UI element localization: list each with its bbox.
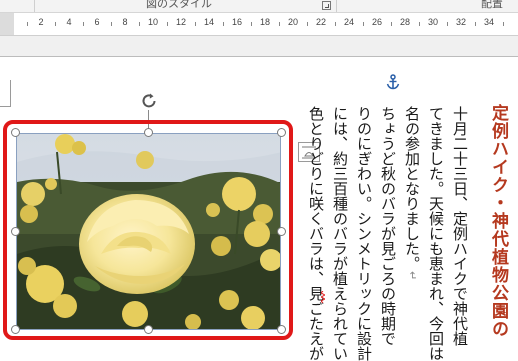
ruler-tick	[503, 22, 504, 26]
ruler-number: 6	[94, 17, 100, 27]
text-column: ちょうど秋のバラが見ごろの時期で	[379, 106, 397, 346]
ribbon-separator	[336, 0, 337, 12]
ruler-number: 12	[175, 17, 186, 27]
ruler-tick	[223, 22, 224, 26]
selection-highlight	[3, 120, 293, 340]
ruler-number: 4	[66, 17, 72, 27]
horizontal-ruler[interactable]: 2 4 6 8 10 12 14 16 18 20 22 24 26 28 30…	[0, 13, 518, 36]
ruler-tick	[83, 22, 84, 26]
margin-corner-mark	[0, 80, 11, 107]
ruler-number: 24	[343, 17, 354, 27]
ribbon-separator	[34, 0, 35, 12]
ruler-number: 16	[231, 17, 242, 27]
text-column: 名の参加となりました。↵	[401, 106, 423, 280]
ruler-number: 32	[455, 17, 466, 27]
ruler-tick	[251, 22, 252, 26]
ruler-number: 2	[38, 17, 44, 27]
ruler-number: 14	[203, 17, 214, 27]
ruler-tick	[195, 22, 196, 26]
paragraph-mark: ↵	[406, 271, 419, 281]
ruler-tick	[279, 22, 280, 26]
anchor-icon[interactable]	[386, 74, 400, 90]
ruler-number: 8	[122, 17, 128, 27]
resize-handle-top-right[interactable]	[277, 128, 286, 137]
resize-handle-right[interactable]	[277, 227, 286, 236]
ruler-tick	[391, 22, 392, 26]
text-column: てきました。天候にも恵まれ、今回は	[427, 106, 445, 361]
text-column: 色とりどりに咲くバラは、見ごたえが	[307, 106, 325, 361]
page-top-edge	[0, 56, 518, 57]
resize-handle-bottom-right[interactable]	[277, 325, 286, 334]
ruler-tick	[139, 22, 140, 26]
text-column: りのにぎわい。シンメトリックに設計	[355, 106, 373, 361]
ruler-tick	[167, 22, 168, 26]
ruler-tick	[447, 22, 448, 26]
ribbon-group-bar: 図のスタイル 配置	[0, 0, 518, 13]
resize-handle-left[interactable]	[11, 227, 20, 236]
ruler-tick	[363, 22, 364, 26]
ruler-tick	[475, 22, 476, 26]
arrange-group-label: 配置	[481, 0, 503, 10]
picture-styles-group-label: 図のスタイル	[146, 0, 212, 10]
spelling-squiggle	[321, 291, 325, 303]
document-background	[0, 36, 518, 56]
text-column-content: 名の参加となりました。	[403, 106, 421, 271]
ruler-number: 10	[147, 17, 158, 27]
ruler-number: 30	[427, 17, 438, 27]
ruler-tick	[27, 22, 28, 26]
ruler-tick	[111, 22, 112, 26]
ruler-tick	[335, 22, 336, 26]
ruler-number: 18	[259, 17, 270, 27]
resize-handle-bottom[interactable]	[144, 325, 153, 334]
ruler-number: 20	[287, 17, 298, 27]
ruler-number: 34	[483, 17, 494, 27]
ruler-number: 28	[399, 17, 410, 27]
text-column: 十月二十三日、定例ハイクで神代植	[451, 106, 469, 346]
text-column: には、約三百種のバラが植えられてい	[331, 106, 349, 361]
resize-handle-top-left[interactable]	[11, 128, 20, 137]
ruler-margin-shade	[0, 13, 14, 35]
dialog-launcher-icon[interactable]	[322, 1, 331, 10]
resize-handle-top[interactable]	[144, 128, 153, 137]
ruler-number: 22	[315, 17, 326, 27]
rotate-handle-icon[interactable]	[139, 91, 159, 111]
resize-handle-bottom-left[interactable]	[11, 325, 20, 334]
ruler-tick	[307, 22, 308, 26]
ruler-tick	[419, 22, 420, 26]
ruler-tick	[55, 22, 56, 26]
ruler-number: 26	[371, 17, 382, 27]
article-title: 定例ハイク・神代植物公園の	[488, 104, 508, 338]
